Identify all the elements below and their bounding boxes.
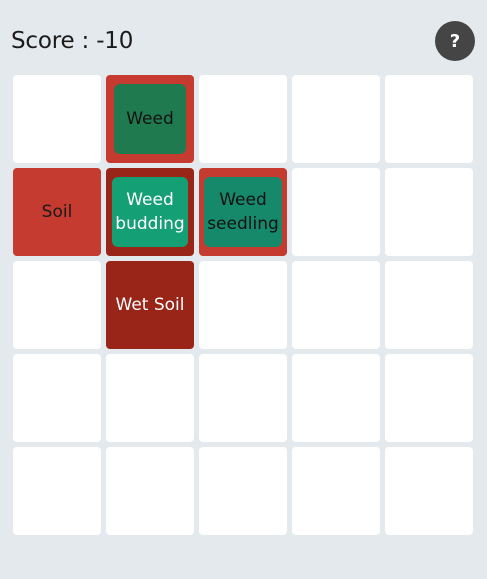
grid-cell[interactable] [385, 168, 473, 256]
cell-label: Wet Soil [115, 295, 185, 315]
grid-cell[interactable] [292, 447, 380, 535]
score-header: Score : -10 [11, 26, 133, 56]
grid-cell[interactable]: Weed [106, 75, 194, 163]
grid-cell[interactable] [199, 354, 287, 442]
grid-cell[interactable]: Soil [13, 168, 101, 256]
grid-cell[interactable] [385, 354, 473, 442]
grid-cell[interactable] [292, 354, 380, 442]
plant-tile: Weed seedling [204, 177, 282, 247]
grid-cell[interactable] [199, 261, 287, 349]
score-text: Score : -10 [11, 28, 134, 54]
grid-cell[interactable] [13, 261, 101, 349]
grid-cell[interactable] [199, 447, 287, 535]
grid-cell[interactable] [199, 75, 287, 163]
grid-cell[interactable] [292, 75, 380, 163]
help-icon: ? [449, 30, 461, 52]
farm-grid: Weed Soil Weed budding Weed seedling Wet Soi… [13, 75, 473, 535]
game-app: Score : -10 ? Weed Soil Weed budding Weed s… [0, 0, 487, 579]
grid-cell[interactable] [13, 447, 101, 535]
grid-cell[interactable] [292, 168, 380, 256]
grid-cell[interactable] [106, 354, 194, 442]
grid-cell[interactable] [13, 75, 101, 163]
grid-cell[interactable]: Weed budding [106, 168, 194, 256]
grid-cell[interactable] [385, 75, 473, 163]
help-button[interactable]: ? [435, 21, 475, 61]
grid-cell[interactable] [106, 447, 194, 535]
grid-cell[interactable]: Wet Soil [106, 261, 194, 349]
grid-cell[interactable] [385, 261, 473, 349]
cell-label: Soil [41, 202, 73, 222]
grid-cell[interactable]: Weed seedling [199, 168, 287, 256]
grid-cell[interactable] [385, 447, 473, 535]
plant-tile: Weed [114, 84, 186, 154]
grid-cell[interactable] [13, 354, 101, 442]
plant-tile: Weed budding [112, 177, 188, 247]
grid-cell[interactable] [292, 261, 380, 349]
